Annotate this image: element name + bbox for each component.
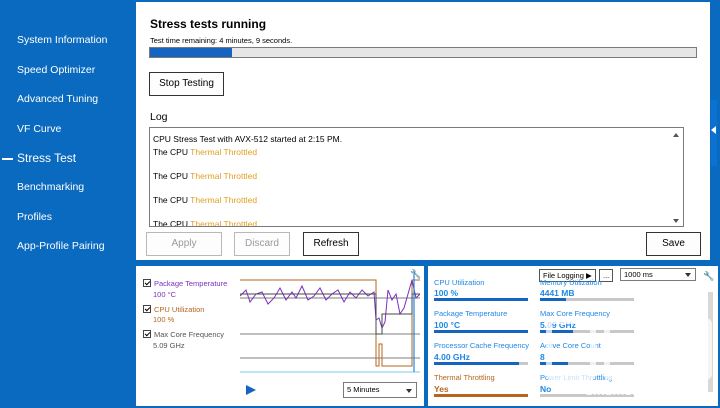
checkbox[interactable]	[143, 330, 151, 338]
sidebar-item-stress-test[interactable]: Stress Test	[17, 151, 76, 165]
package-temperature-label: Package Temperature	[434, 309, 508, 318]
monitoring-graph	[240, 274, 420, 373]
processor-cache-frequency-label: Processor Cache Frequency	[434, 341, 530, 350]
active-core-count-label: Active Core Count	[540, 341, 601, 350]
cpu-utilization-metric: 100 %	[434, 288, 459, 298]
max-core-frequency-value: 5.09 GHz	[153, 341, 185, 350]
sidebar: System Information Speed Optimizer Advan…	[0, 0, 134, 408]
thermal-throttling-metric: Yes	[434, 384, 449, 394]
chevron-down-icon	[406, 389, 412, 393]
cpu-utilization-meter	[434, 298, 528, 301]
power-limit-throttling-metric: No	[540, 384, 552, 394]
cpu-utilization-label: CPU Utilization	[434, 278, 485, 287]
thermal-throttling-label: Thermal Throttling	[434, 373, 495, 382]
interval-select[interactable]: 1000 ms	[620, 268, 696, 281]
sidebar-item-vf-curve[interactable]: VF Curve	[17, 123, 61, 135]
max-core-frequency-metric: 5.09 GHz	[540, 320, 576, 330]
max-core-frequency-meter	[540, 330, 634, 333]
series-toggle-package-temperature[interactable]: Package Temperature	[143, 279, 227, 288]
metrics-scrollbar[interactable]	[708, 292, 713, 392]
processor-cache-frequency-metric: 4.00 GHz	[434, 352, 470, 362]
save-button[interactable]: Save	[646, 232, 701, 256]
series-toggle-max-core-frequency[interactable]: Max Core Frequency	[143, 330, 224, 339]
thermal-throttling-meter	[434, 394, 528, 397]
checkbox[interactable]	[143, 279, 151, 287]
sidebar-item-system-information[interactable]: System Information	[17, 34, 107, 46]
max-core-frequency-label: Max Core Frequency	[540, 309, 611, 318]
play-icon[interactable]	[246, 385, 256, 395]
active-core-count-meter	[540, 362, 634, 365]
checkbox[interactable]	[143, 305, 151, 313]
discard-button[interactable]: Discard	[234, 232, 290, 256]
duration-select[interactable]: 5 Minutes	[343, 382, 417, 398]
log-line: The CPU Thermal Throttled	[153, 171, 258, 181]
memory-utilization-meter	[540, 298, 634, 301]
metrics-panel: File Logging ▶ ... 1000 ms 🔧 CPU Utiliza…	[428, 266, 718, 406]
active-core-count-metric: 8	[540, 352, 545, 362]
active-indicator	[2, 158, 13, 160]
log-line: CPU Stress Test with AVX-512 started at …	[153, 134, 343, 144]
log-scroll-up-icon[interactable]	[673, 133, 679, 137]
stress-progress-bar	[149, 47, 697, 58]
progress-fill	[150, 48, 232, 57]
sidebar-item-benchmarking[interactable]: Benchmarking	[17, 181, 84, 193]
page-title: Stress tests running	[150, 17, 267, 31]
sidebar-item-speed-optimizer[interactable]: Speed Optimizer	[17, 64, 95, 76]
memory-utilization-metric: 4441 MB	[540, 288, 575, 298]
power-limit-throttling-meter	[540, 394, 634, 397]
sidebar-item-advanced-tuning[interactable]: Advanced Tuning	[17, 93, 98, 105]
wrench-icon[interactable]: 🔧	[410, 269, 421, 280]
app-window: System Information Speed Optimizer Advan…	[0, 0, 720, 408]
log-line: The CPU Thermal Throttled	[153, 219, 258, 227]
graph-panel: Package Temperature 100 °C CPU Utilizati…	[136, 266, 424, 406]
apply-button[interactable]: Apply	[146, 232, 222, 256]
log-line: The CPU Thermal Throttled	[153, 147, 258, 157]
sidebar-item-profiles[interactable]: Profiles	[17, 211, 52, 223]
package-temperature-value: 100 °C	[153, 290, 177, 299]
chevron-down-icon	[685, 273, 691, 277]
processor-cache-frequency-meter	[434, 362, 528, 365]
log-scroll-down-icon[interactable]	[673, 219, 679, 223]
time-remaining-text: Test time remaining: 4 minutes, 9 second…	[150, 36, 293, 45]
collapse-arrow-icon[interactable]	[711, 126, 716, 134]
series-toggle-cpu-utilization[interactable]: CPU Utilization	[143, 305, 204, 314]
package-temperature-metric: 100 °C	[434, 320, 461, 330]
log-heading: Log	[150, 111, 168, 123]
log-box[interactable]: CPU Stress Test with AVX-512 started at …	[149, 127, 684, 227]
cpu-utilization-line	[240, 279, 420, 367]
refresh-button[interactable]: Refresh	[303, 232, 359, 256]
power-limit-throttling-label: Power Limit Throttling	[540, 373, 613, 382]
wrench-icon[interactable]: 🔧	[703, 271, 714, 282]
max-core-frequency-line	[240, 293, 420, 335]
cpu-utilization-value: 100 %	[153, 315, 175, 324]
log-line: The CPU Thermal Throttled	[153, 195, 258, 205]
package-temperature-meter	[434, 330, 528, 333]
stress-test-panel: Stress tests running Test time remaining…	[136, 2, 710, 260]
package-temperature-line	[240, 279, 420, 330]
memory-utilization-label: Memory Utilization	[540, 278, 602, 287]
sidebar-item-app-profile-pairing[interactable]: App-Profile Pairing	[17, 240, 105, 252]
stop-testing-button[interactable]: Stop Testing	[149, 72, 224, 96]
